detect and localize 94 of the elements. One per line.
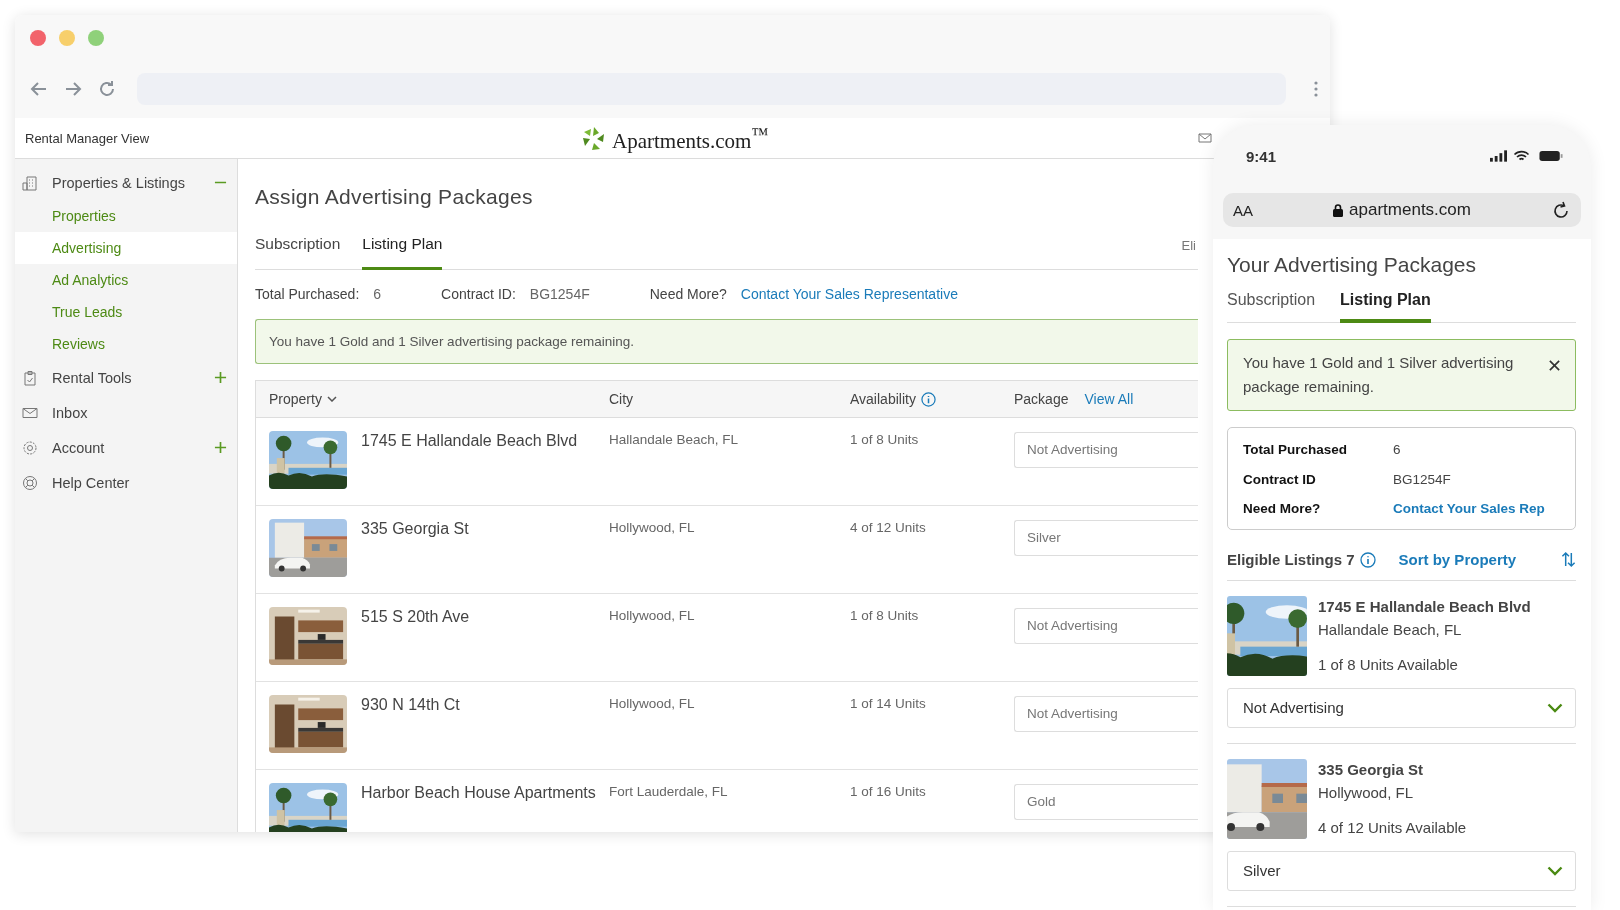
lock-icon	[1333, 203, 1344, 217]
expand-icon[interactable]	[214, 371, 227, 384]
package-dropdown[interactable]: Gold	[1014, 784, 1198, 820]
tab[interactable]: Listing Plan	[362, 235, 443, 270]
section-title: Eligible Listings 7	[1227, 551, 1355, 568]
contact-link[interactable]: Contact Your Sales Rep	[1393, 501, 1545, 517]
info-value: 6	[1393, 442, 1401, 458]
table-cell: 1 of 14 Units	[850, 696, 926, 711]
expand-icon[interactable]	[214, 441, 227, 454]
listing-city: Hallandale Beach, FL	[1318, 620, 1463, 638]
sort-icon[interactable]	[1561, 551, 1576, 568]
table-cell: 1 of 8 Units	[850, 608, 919, 623]
gear-icon	[22, 439, 38, 456]
table-cell: Hollywood, FL	[609, 696, 695, 711]
summary-label: Total Purchased:	[255, 286, 360, 302]
summary-value: 6	[373, 286, 382, 302]
signal-icon	[1490, 150, 1507, 162]
close-icon[interactable]	[1548, 359, 1561, 372]
logo-text: Apartments.com$^{™}$	[612, 124, 769, 154]
table-cell: Hollywood, FL	[609, 608, 695, 623]
package-dropdown[interactable]: Not Advertising	[1014, 696, 1198, 732]
info-label: Need More?	[1243, 501, 1322, 517]
alert-text: You have 1 Gold and 1 Silver advertising package remaining.	[1243, 353, 1515, 397]
sidebar-subitem[interactable]: Ad Analytics	[15, 264, 237, 296]
table-cell: Hollywood, FL	[609, 520, 695, 535]
envelope-icon[interactable]	[1198, 133, 1212, 143]
sidebar-item[interactable]: Account	[15, 430, 237, 465]
building-icon	[22, 174, 38, 191]
listing-city: Hollywood, FL	[1318, 783, 1415, 801]
package-dropdown[interactable]: Silver	[1227, 850, 1576, 891]
listing-name[interactable]: 335 Georgia St	[1318, 760, 1467, 778]
lifebuoy-icon	[22, 474, 38, 491]
url-text: apartments.com	[1349, 200, 1471, 220]
tab-label: Eli	[1181, 238, 1196, 253]
table-cell: 1 of 8 Units	[850, 432, 919, 447]
sort-header[interactable]: Property	[269, 391, 337, 407]
sidebar-subitem[interactable]: Properties	[15, 200, 237, 232]
tab[interactable]: Subscription	[255, 235, 341, 270]
package-dropdown[interactable]: Not Advertising	[1014, 432, 1198, 468]
property-name[interactable]: 335 Georgia St	[361, 520, 469, 538]
page-title: Assign Advertising Packages	[255, 185, 534, 209]
sidebar-subitem[interactable]: Advertising	[15, 232, 237, 264]
chevron-icon	[1547, 865, 1563, 876]
info-icon[interactable]	[920, 391, 936, 407]
page-title: Your Advertising Packages	[1227, 253, 1478, 277]
property-name[interactable]: 930 N 14th Ct	[361, 696, 460, 714]
table-cell: Fort Lauderdale, FL	[609, 784, 728, 799]
summary-label: Need More?	[649, 286, 727, 302]
listing-name[interactable]: 1745 E Hallandale Beach Blvd	[1318, 597, 1531, 615]
listing-availability: 1 of 8 Units Available	[1318, 655, 1459, 673]
text-size-button[interactable]: AA	[1233, 201, 1253, 219]
table-cell: Hallandale Beach, FL	[609, 432, 739, 447]
column-header: City	[609, 391, 634, 407]
tab[interactable]: Listing Plan	[1340, 291, 1431, 323]
status-time: 9:41	[1246, 147, 1277, 165]
info-icon[interactable]	[1359, 551, 1376, 568]
sidebar-subitem[interactable]: Reviews	[15, 328, 237, 360]
maximize-window-icon[interactable]	[88, 29, 104, 46]
package-dropdown[interactable]: Silver	[1014, 520, 1198, 556]
listing-availability: 4 of 12 Units Available	[1318, 818, 1467, 836]
wifi-icon	[1513, 150, 1530, 162]
column-header: Availability	[850, 391, 916, 407]
caret-icon	[326, 396, 337, 402]
close-window-icon[interactable]	[30, 29, 46, 46]
tab[interactable]: Subscription	[1227, 291, 1316, 323]
contact-link[interactable]: Contact Your Sales Representative	[740, 286, 958, 302]
package-dropdown[interactable]: Not Advertising	[1227, 687, 1576, 728]
table-cell: 1 of 16 Units	[850, 784, 926, 799]
reload-icon[interactable]	[1551, 200, 1571, 220]
property-name[interactable]: 1745 E Hallandale Beach Blvd	[361, 432, 578, 450]
url-bar[interactable]: AA apartments.com	[1223, 193, 1581, 227]
table-cell: 4 of 12 Units	[850, 520, 926, 535]
app-title: Rental Manager View	[25, 130, 150, 146]
menu-icon[interactable]	[1314, 80, 1318, 98]
package-dropdown[interactable]: Not Advertising	[1014, 608, 1198, 644]
info-label: Contract ID	[1243, 471, 1317, 487]
sidebar-subitem[interactable]: True Leads	[15, 296, 237, 328]
alert-banner: You have 1 Gold and 1 Silver advertising package remaining.	[255, 319, 1198, 364]
battery-icon	[1539, 150, 1563, 162]
info-label: Total Purchased	[1243, 442, 1349, 458]
sidebar-item[interactable]: Inbox	[15, 395, 237, 430]
column-header: Package	[1014, 391, 1069, 407]
sidebar-item[interactable]: Help Center	[15, 465, 237, 500]
sidebar-item[interactable]: Properties & Listings	[15, 165, 237, 200]
property-name[interactable]: 515 S 20th Ave	[361, 608, 470, 626]
chevron-icon	[1547, 702, 1563, 713]
property-name[interactable]: Harbor Beach House Apartments	[361, 784, 596, 802]
sidebar-item[interactable]: Rental Tools	[15, 360, 237, 395]
summary-value: BG1254F	[529, 286, 590, 302]
info-value: BG1254F	[1393, 471, 1451, 487]
view-all-link[interactable]: View All	[1084, 391, 1134, 407]
summary-label: Contract ID:	[441, 286, 516, 302]
sort-link[interactable]: Sort by Property	[1398, 551, 1556, 568]
clipboard-icon	[22, 369, 38, 386]
